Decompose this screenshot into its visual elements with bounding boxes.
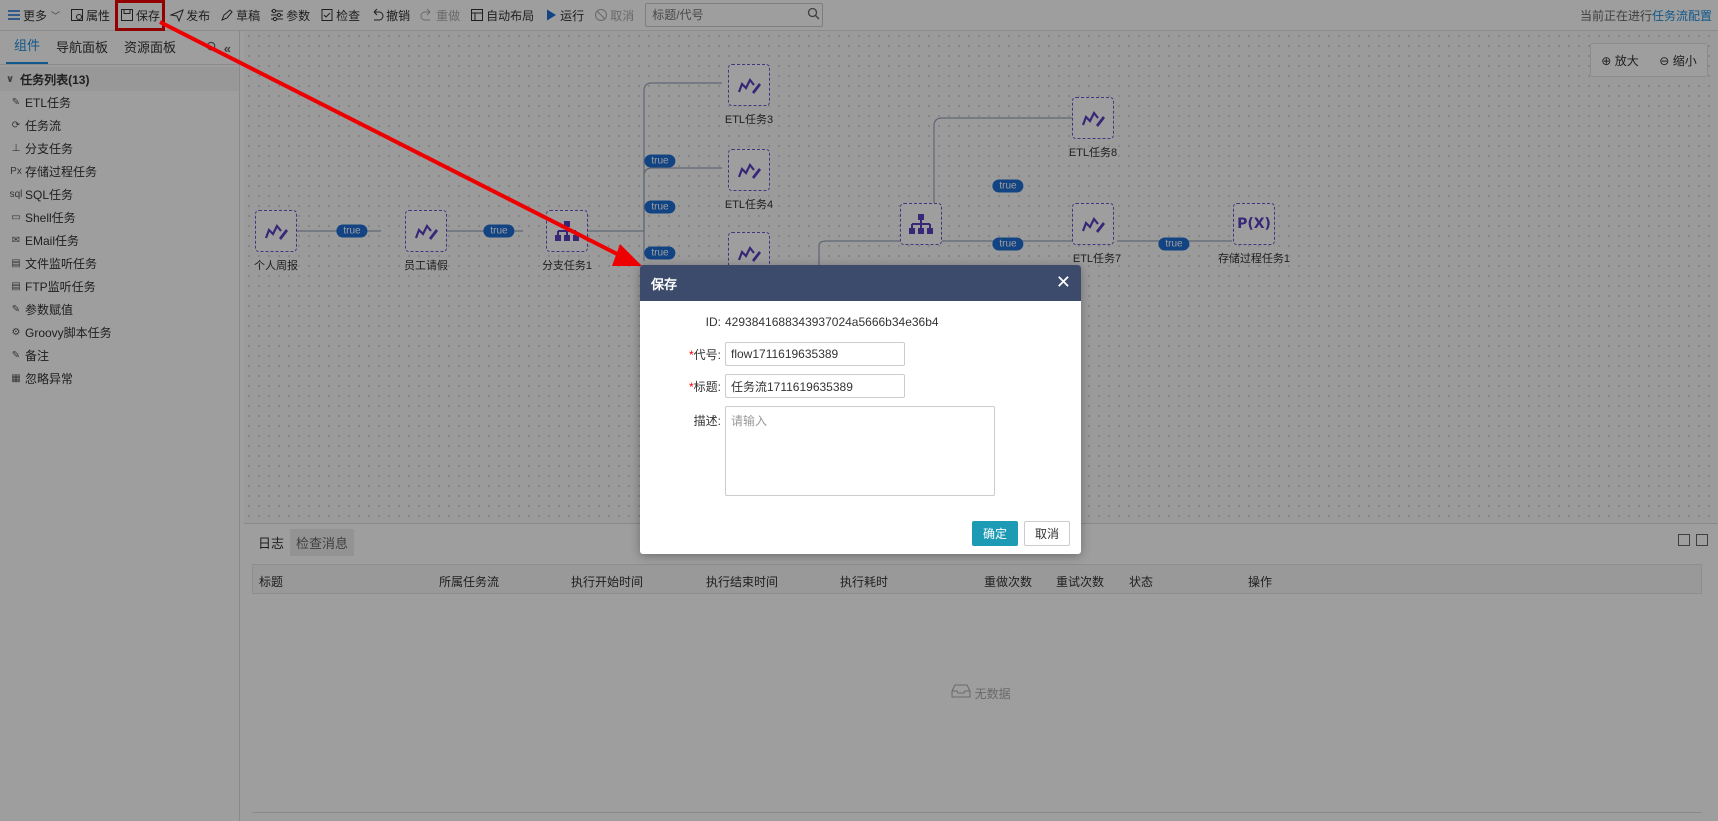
code-label: 代号: [693,347,721,362]
title-label-wrap: *标题: [640,378,725,395]
id-row: ID: 4293841688343937024a5666b34e36b4 [640,315,939,329]
desc-row: 描述: [640,406,995,496]
save-dialog: 保存 ✕ ID: 4293841688343937024a5666b34e36b… [640,265,1081,554]
code-row: *代号: [640,342,905,366]
id-label: ID: [705,315,721,329]
title-label: 标题: [693,379,721,394]
close-icon[interactable]: ✕ [1056,273,1071,291]
code-input[interactable] [725,342,905,366]
description-textarea[interactable] [725,406,995,496]
title-input[interactable] [725,374,905,398]
dialog-header: 保存 ✕ [640,265,1081,301]
desc-label: 描述: [693,414,721,428]
cancel-button[interactable]: 取消 [1024,521,1071,546]
title-row: *标题: [640,374,905,398]
dialog-title: 保存 [651,276,678,292]
code-label-wrap: *代号: [640,346,725,363]
id-value: 4293841688343937024a5666b34e36b4 [725,315,939,329]
confirm-button[interactable]: 确定 [972,521,1019,546]
